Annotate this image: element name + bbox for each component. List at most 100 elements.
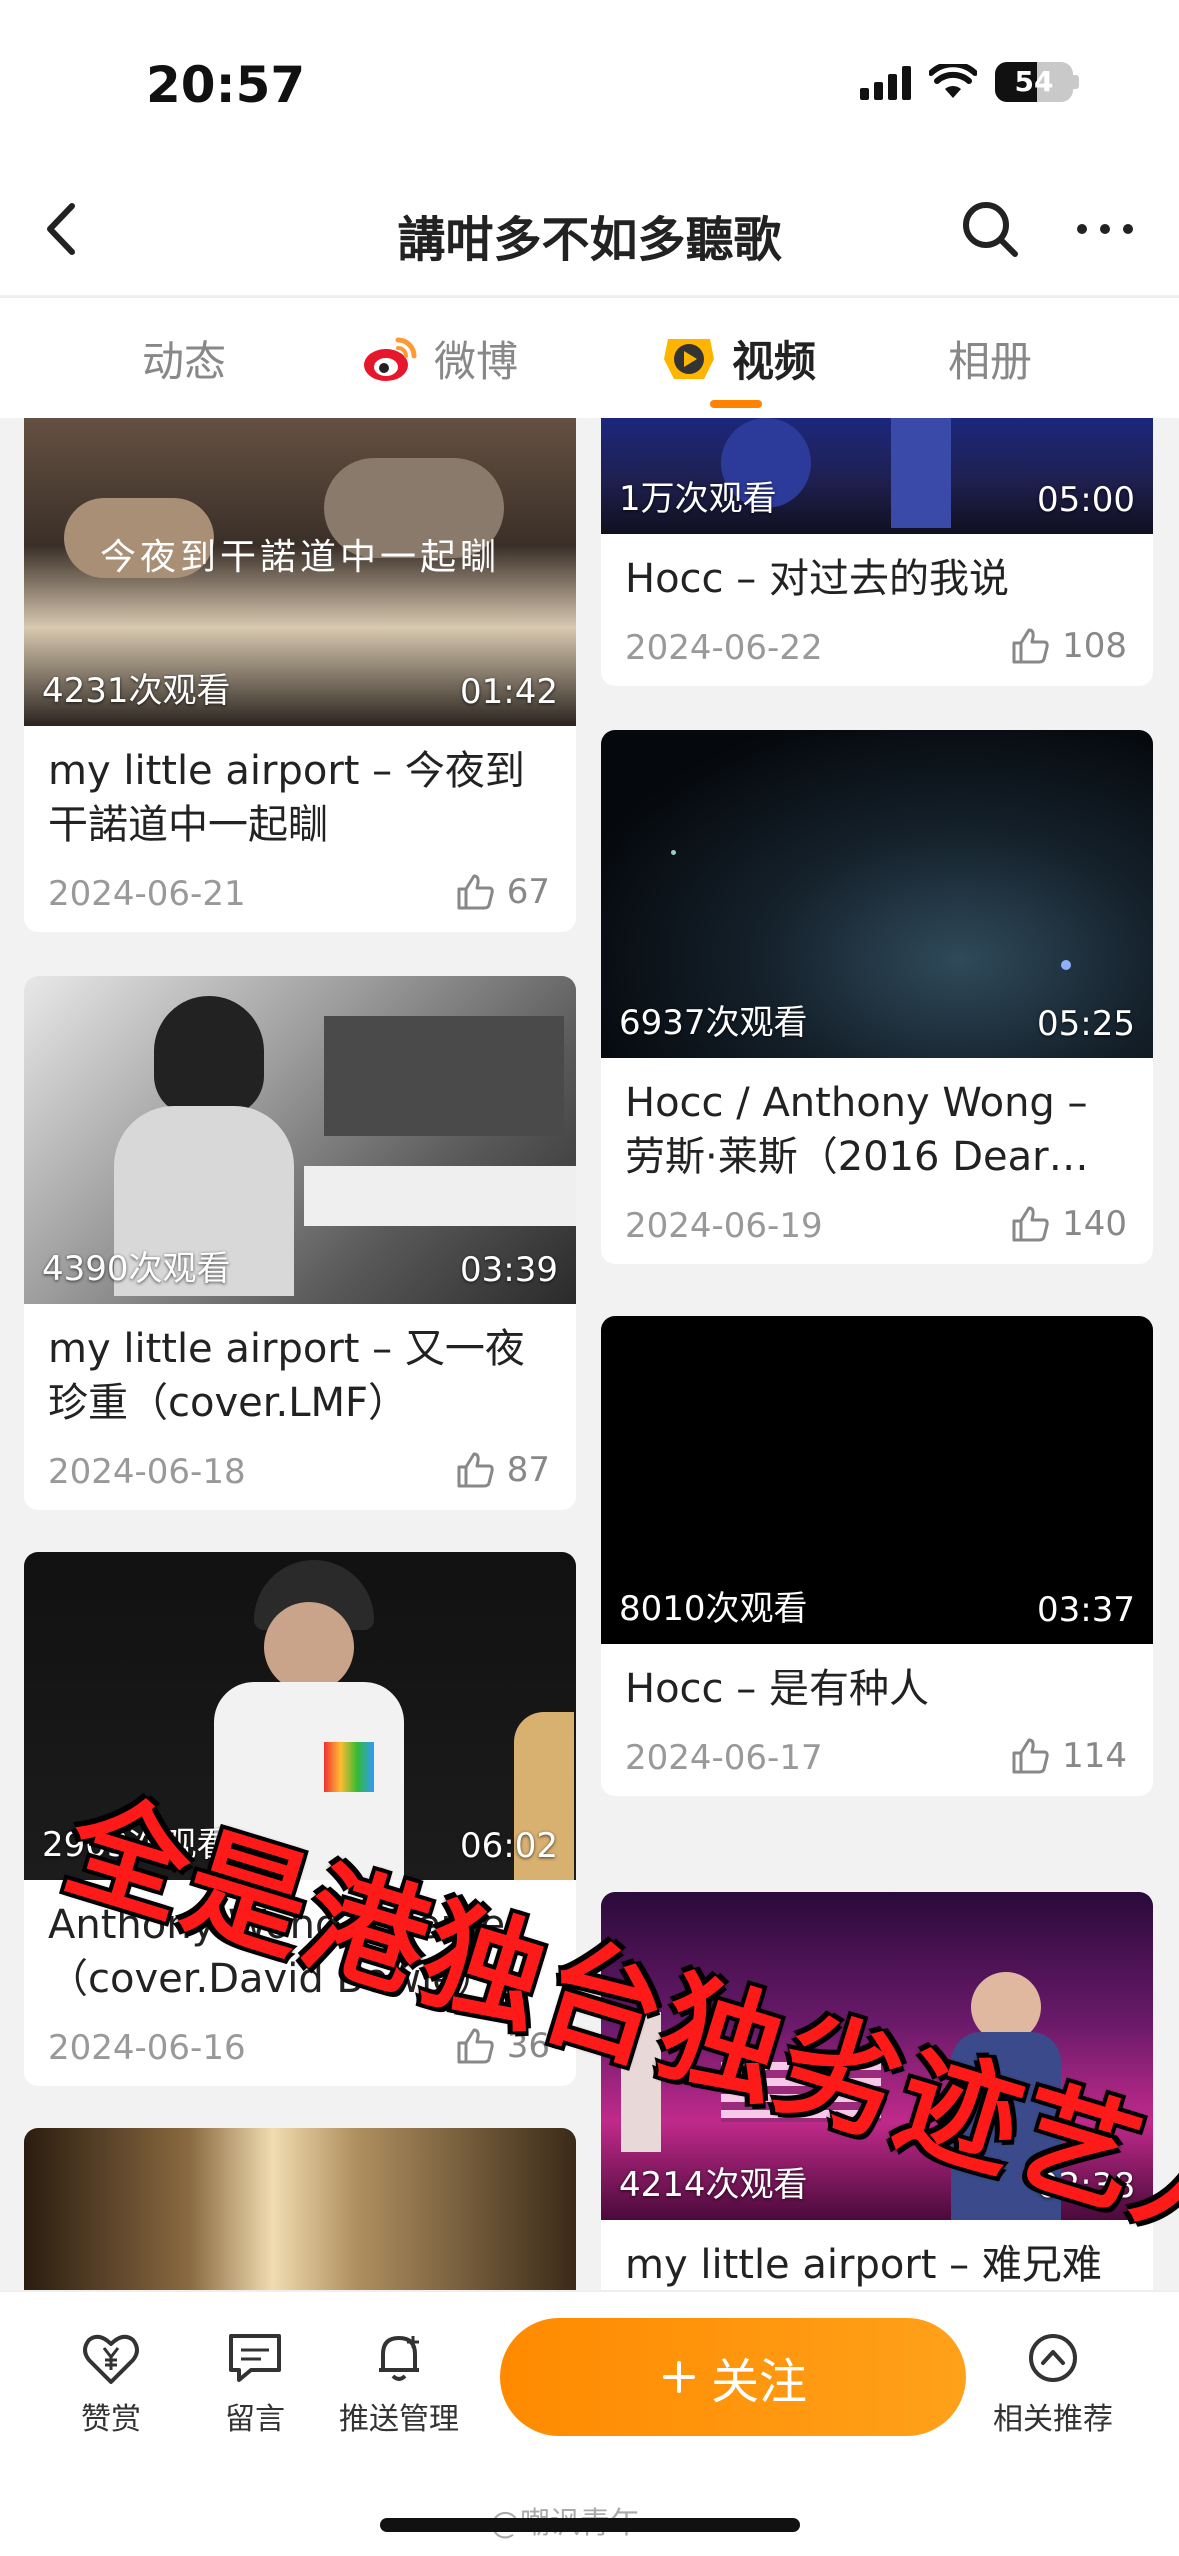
- nav-bar: 講咁多不如多聽歌: [0, 170, 1179, 295]
- comment-label: 留言: [225, 2402, 285, 2437]
- video-title[interactable]: my little airport – 今夜到干諾道中一起瞓: [24, 726, 576, 852]
- like-button[interactable]: 36: [455, 2026, 550, 2066]
- thumbs-up-icon: [457, 874, 494, 910]
- view-count: 6937次观看: [619, 1003, 808, 1043]
- follow-label: 关注: [710, 2354, 807, 2410]
- like-count: 36: [506, 2026, 550, 2066]
- active-tab-indicator: [710, 400, 762, 408]
- video-thumbnail[interactable]: 今夜到干諾道中一起瞓 4231次观看 01:42: [24, 418, 576, 726]
- cellular-signal-icon: [860, 64, 911, 100]
- related-recommend-button[interactable]: 相关推荐: [978, 2330, 1128, 2438]
- tab-label: 动态: [142, 337, 227, 386]
- video-title[interactable]: Hocc – 对过去的我说: [601, 534, 1153, 606]
- publish-date: 2024-06-18: [48, 1452, 246, 1492]
- video-card[interactable]: 4390次观看 03:39 my little airport – 又一夜珍重（…: [24, 976, 576, 1510]
- battery-percent: 54: [1014, 65, 1054, 98]
- video-card[interactable]: 8010次观看 03:37 Hocc – 是有种人 2024-06-17 114: [601, 1316, 1153, 1796]
- message-icon: [229, 2334, 281, 2382]
- view-count: 4390次观看: [42, 1249, 231, 1289]
- like-count: 140: [1062, 1204, 1127, 1244]
- video-duration: 06:02: [460, 1826, 558, 1866]
- video-thumbnail[interactable]: 4390次观看 03:39: [24, 976, 576, 1304]
- video-card[interactable]: 4214次观看 02:38 my little airport – 难兄难弟: [601, 1892, 1153, 2290]
- video-duration: 05:00: [1037, 480, 1135, 520]
- related-recommend-label: 相关推荐: [993, 2402, 1113, 2437]
- more-icon[interactable]: [1070, 194, 1140, 264]
- view-count: 1万次观看: [619, 479, 777, 519]
- video-card[interactable]: 今夜到干諾道中一起瞓 4231次观看 01:42 my little airpo…: [24, 418, 576, 932]
- bottom-action-bar: 赞赏 留言 推送管理 关注 相关推荐 @嘲讽青年: [0, 2290, 1179, 2556]
- video-thumbnail[interactable]: [24, 2128, 576, 2290]
- thumbs-up-icon: [1012, 628, 1049, 664]
- video-thumbnail[interactable]: 4214次观看 02:38: [601, 1892, 1153, 2220]
- video-card[interactable]: 6937次观看 05:25 Hocc / Anthony Wong – 劳斯·莱…: [601, 730, 1153, 1264]
- view-count: 8010次观看: [619, 1589, 808, 1629]
- comment-button[interactable]: 留言: [180, 2330, 330, 2438]
- plus-icon: [662, 2361, 695, 2393]
- publish-date: 2024-06-22: [625, 628, 823, 668]
- video-thumbnail[interactable]: 1万次观看 05:00: [601, 418, 1153, 534]
- video-thumbnail[interactable]: 8010次观看 03:37: [601, 1316, 1153, 1644]
- home-indicator: [380, 2518, 800, 2532]
- view-count: 2903次观看: [42, 1825, 231, 1865]
- like-count: 114: [1062, 1736, 1127, 1776]
- like-button[interactable]: 114: [1010, 1736, 1127, 1776]
- video-duration: 02:38: [1037, 2166, 1135, 2206]
- video-duration: 03:37: [1037, 1590, 1135, 1630]
- video-play-icon: [664, 338, 714, 379]
- video-title[interactable]: my little airport – 难兄难弟: [601, 2220, 1153, 2290]
- like-button[interactable]: 108: [1010, 626, 1127, 666]
- video-title[interactable]: my little airport – 又一夜珍重（cover.LMF）: [24, 1304, 576, 1430]
- thumbs-up-icon: [1012, 1206, 1049, 1242]
- publish-date: 2024-06-17: [625, 1738, 823, 1778]
- publish-date: 2024-06-21: [48, 874, 246, 914]
- like-button[interactable]: 87: [455, 1450, 550, 1490]
- tab-label: 微博: [434, 337, 519, 386]
- push-settings-label: 推送管理: [339, 2402, 459, 2437]
- tip-label: 赞赏: [81, 2402, 141, 2437]
- thumbs-up-icon: [457, 2028, 494, 2064]
- like-button[interactable]: 67: [455, 872, 550, 912]
- video-card[interactable]: 2903次观看 06:02 Anthony Wong – Heroes（cove…: [24, 1552, 576, 2086]
- like-count: 67: [506, 872, 550, 912]
- thumbs-up-icon: [1012, 1738, 1049, 1774]
- video-title[interactable]: Hocc / Anthony Wong – 劳斯·莱斯（2016 Dear Ja…: [601, 1058, 1153, 1184]
- wifi-icon: [929, 64, 977, 98]
- video-card[interactable]: 1万次观看 05:00 Hocc – 对过去的我说 2024-06-22 108: [601, 418, 1153, 686]
- like-button[interactable]: 140: [1010, 1204, 1127, 1244]
- tab-label: 相册: [948, 337, 1033, 386]
- thumbs-up-icon: [457, 1452, 494, 1488]
- heart-yen-icon: [83, 2334, 139, 2384]
- video-card[interactable]: [24, 2128, 576, 2290]
- video-caption: 今夜到干諾道中一起瞓: [99, 537, 500, 578]
- bell-plus-icon: [379, 2336, 419, 2381]
- video-duration: 03:39: [460, 1250, 558, 1290]
- tab-album[interactable]: 相册: [948, 328, 1032, 389]
- tab-weibo[interactable]: 微博: [362, 328, 518, 389]
- video-feed: 今夜到干諾道中一起瞓 4231次观看 01:42 my little airpo…: [0, 418, 1179, 2290]
- view-count: 4214次观看: [619, 2165, 808, 2205]
- video-thumbnail[interactable]: 2903次观看 06:02: [24, 1552, 576, 1880]
- video-title[interactable]: Anthony Wong – Heroes（cover.David Bowie）: [24, 1880, 576, 2006]
- tab-label: 视频: [732, 337, 817, 386]
- video-thumbnail[interactable]: 6937次观看 05:25: [601, 730, 1153, 1058]
- follow-button[interactable]: 关注: [500, 2318, 966, 2436]
- like-count: 87: [506, 1450, 550, 1490]
- chevron-up-circle-icon: [1029, 2334, 1077, 2382]
- like-count: 108: [1062, 626, 1127, 666]
- status-icons: 54: [860, 62, 1079, 102]
- status-bar: 20:57 54: [0, 0, 1179, 170]
- publish-date: 2024-06-19: [625, 1206, 823, 1246]
- battery-icon: 54: [995, 62, 1073, 102]
- tip-button[interactable]: 赞赏: [36, 2330, 186, 2438]
- video-duration: 05:25: [1037, 1004, 1135, 1044]
- video-title[interactable]: Hocc – 是有种人: [601, 1644, 1153, 1716]
- weibo-logo-icon: [364, 337, 417, 381]
- tab-video[interactable]: 视频: [660, 328, 816, 389]
- profile-tabs: 动态 微博 视频 相册: [0, 296, 1179, 418]
- push-settings-button[interactable]: 推送管理: [324, 2330, 474, 2438]
- video-duration: 01:42: [460, 672, 558, 712]
- status-time: 20:57: [146, 56, 306, 114]
- search-icon[interactable]: [955, 194, 1025, 264]
- tab-feed[interactable]: 动态: [142, 328, 226, 389]
